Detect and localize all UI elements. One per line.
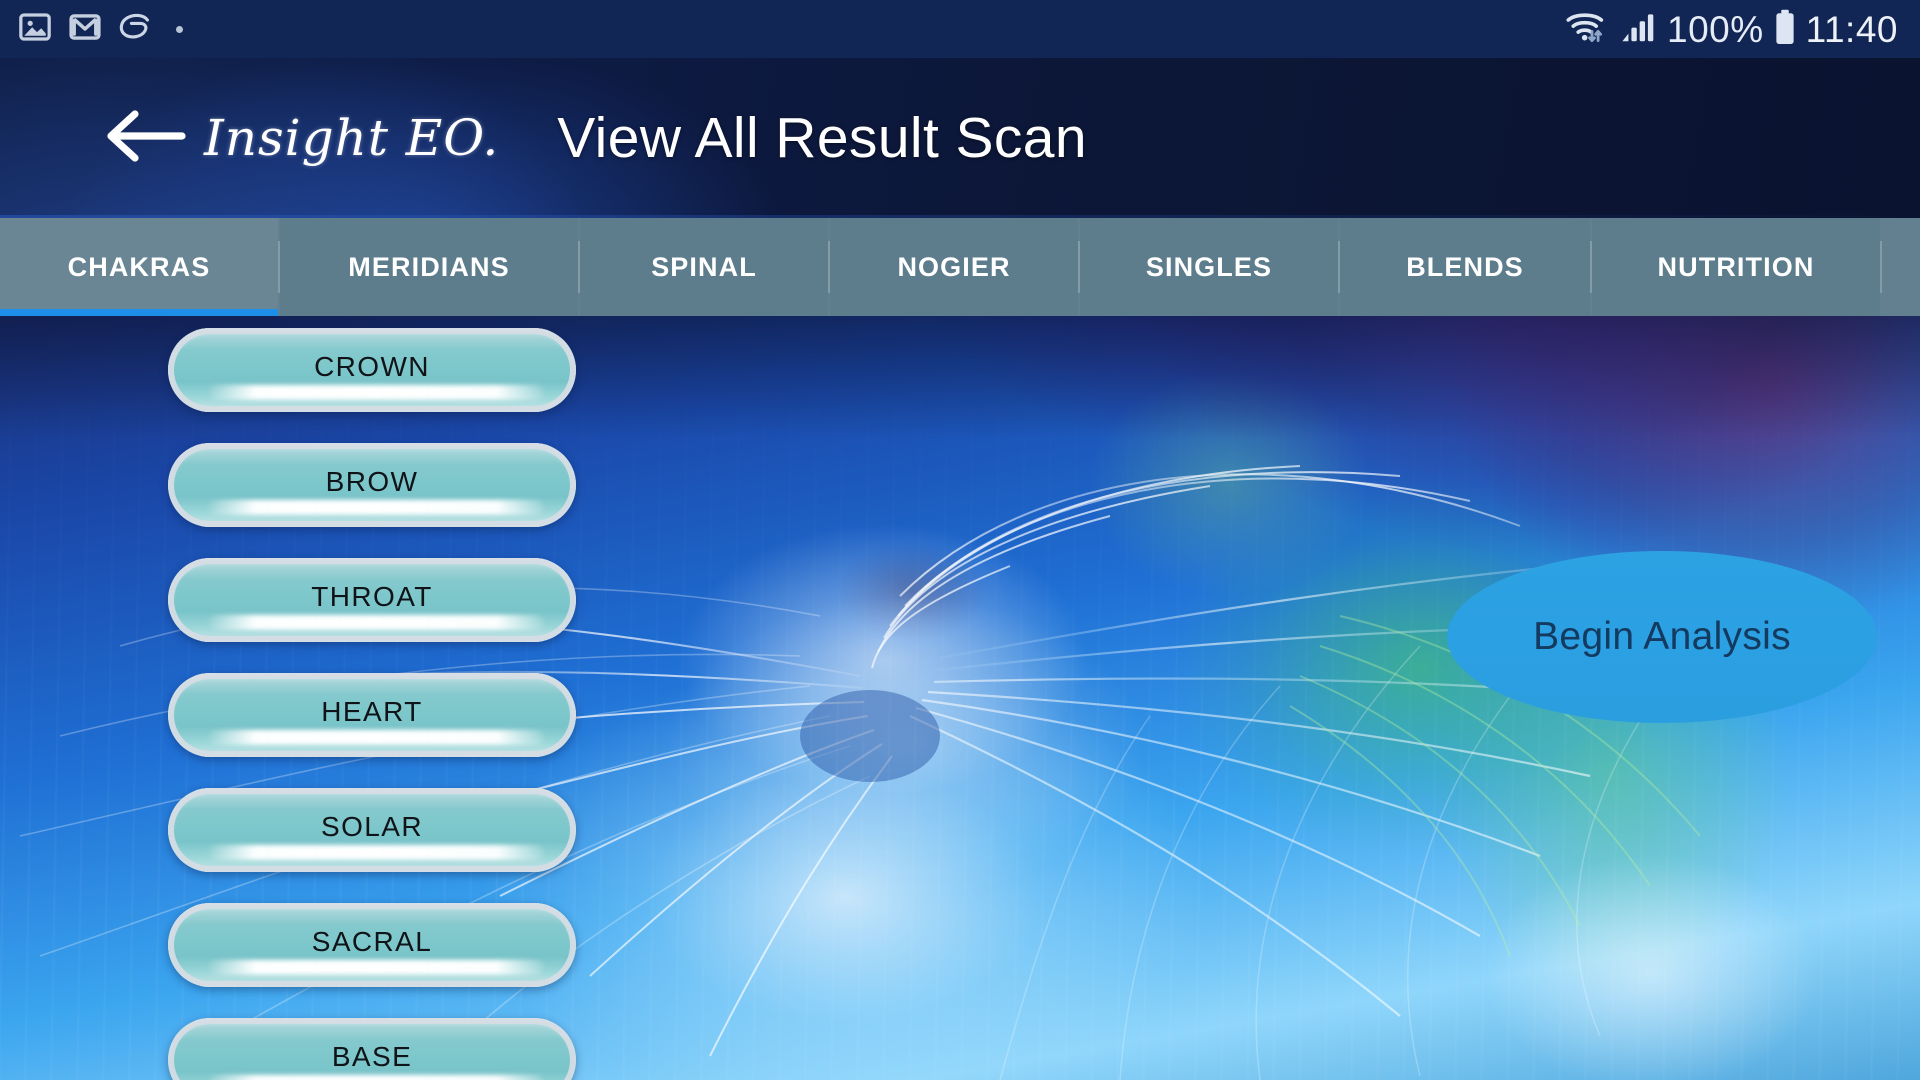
app-header: Insight EO. View All Result Scan — [0, 58, 1920, 218]
app-logo: Insight EO. — [204, 109, 500, 167]
button-glow-strip — [208, 615, 544, 630]
page-title: View All Result Scan — [557, 106, 1087, 170]
chakra-button-base[interactable]: BASE — [168, 1018, 576, 1080]
chakra-button-label: SOLAR — [321, 811, 423, 842]
chakra-button-label: SACRAL — [311, 926, 433, 957]
notification-dot-icon — [176, 25, 183, 33]
chakra-button-heart[interactable]: HEART — [168, 673, 576, 757]
status-bar-left-icons — [0, 10, 183, 49]
chakra-button-label: BASE — [331, 1041, 413, 1072]
wifi-icon — [1565, 8, 1609, 51]
tab-label: NUTRITION — [1657, 251, 1815, 282]
button-glow-strip — [208, 730, 544, 745]
swirl-app-icon — [118, 12, 154, 47]
chakra-button-sacral[interactable]: SACRAL — [168, 903, 576, 987]
status-bar-right-group: 100% 11:40 — [1565, 8, 1920, 51]
content-area: CROWN BROW THROAT HEART SOLAR SACRAL BASE Begi… — [0, 316, 1920, 1080]
chakra-button-label: BROW — [325, 466, 419, 497]
button-glow-strip — [208, 500, 544, 515]
tab-label: CHAKRAS — [67, 251, 211, 282]
tab-chakras[interactable]: CHAKRAS — [0, 218, 278, 316]
button-glow-strip — [208, 845, 544, 860]
chakra-button-label: THROAT — [311, 581, 433, 612]
button-glow-strip — [208, 1075, 544, 1080]
battery-full-icon — [1773, 8, 1797, 51]
back-arrow-icon — [104, 108, 188, 169]
back-button[interactable] — [104, 107, 188, 169]
tab-blends[interactable]: BLENDS — [1340, 218, 1590, 316]
tab-active-underline — [0, 309, 278, 316]
tab-label: NOGIER — [897, 251, 1011, 282]
tab-label: SPINAL — [651, 251, 757, 282]
battery-percent-label: 100% — [1667, 8, 1764, 50]
begin-analysis-button[interactable]: Begin Analysis — [1447, 551, 1877, 723]
tab-label: BLENDS — [1406, 251, 1524, 282]
tab-nogier[interactable]: NOGIER — [830, 218, 1078, 316]
tab-spinal[interactable]: SPINAL — [580, 218, 828, 316]
clock-label: 11:40 — [1805, 8, 1898, 50]
begin-analysis-label: Begin Analysis — [1533, 615, 1791, 658]
gallery-icon — [18, 10, 52, 49]
tab-singles[interactable]: SINGLES — [1080, 218, 1338, 316]
app-screen: 100% 11:40 Insight EO. View All Result S… — [0, 0, 1920, 1080]
cellular-signal-icon — [1618, 9, 1658, 50]
chakra-button-list: CROWN BROW THROAT HEART SOLAR SACRAL BASE — [0, 316, 576, 1080]
chakra-button-label: CROWN — [314, 351, 430, 382]
tab-meridians[interactable]: MERIDIANS — [280, 218, 578, 316]
button-glow-strip — [208, 385, 544, 400]
tab-nutrition[interactable]: NUTRITION — [1592, 218, 1880, 316]
chakra-button-brow[interactable]: BROW — [168, 443, 576, 527]
status-bar: 100% 11:40 — [0, 0, 1920, 58]
tab-label: MERIDIANS — [348, 251, 510, 282]
chakra-button-solar[interactable]: SOLAR — [168, 788, 576, 872]
chakra-button-label: HEART — [321, 696, 423, 727]
gmail-icon — [68, 10, 102, 49]
button-glow-strip — [208, 960, 544, 975]
chakra-button-crown[interactable]: CROWN — [168, 328, 576, 412]
tab-divider — [1880, 241, 1882, 293]
tab-label: SINGLES — [1145, 251, 1273, 282]
chakra-button-throat[interactable]: THROAT — [168, 558, 576, 642]
tab-bar[interactable]: CHAKRAS MERIDIANS SPINAL NOGIER SINGLES BLEND… — [0, 218, 1920, 316]
